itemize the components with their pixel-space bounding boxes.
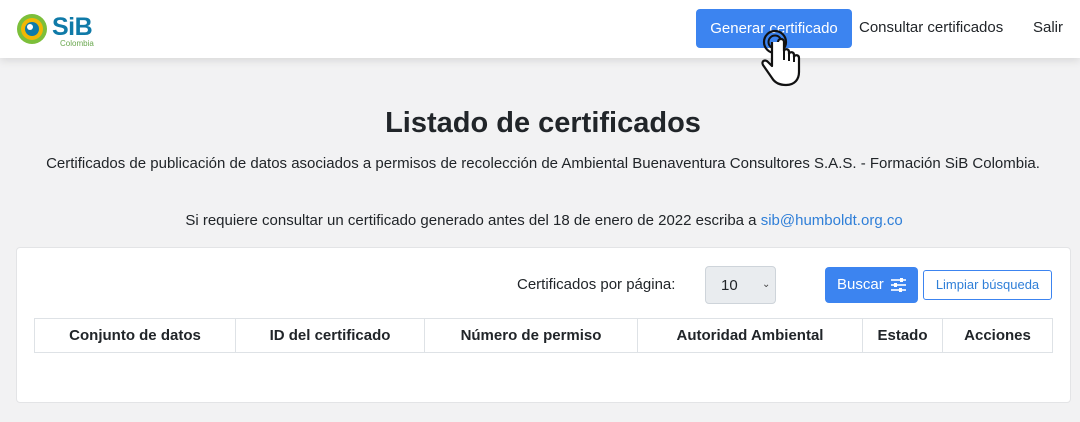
sliders-icon — [891, 278, 906, 292]
column-header-actions: Acciones — [964, 327, 1031, 344]
clear-search-button[interactable]: Limpiar búsqueda — [923, 270, 1052, 300]
notice-text: Si requiere consultar un certificado gen… — [185, 212, 761, 229]
per-page-value: 10 — [721, 277, 738, 294]
chevron-down-icon: ⌄ — [762, 279, 771, 290]
column-header-dataset[interactable]: Conjunto de datos — [35, 319, 236, 352]
top-navbar: SiB Colombia Generar certificado Consult… — [0, 0, 1080, 58]
search-button[interactable]: Buscar — [825, 267, 918, 303]
support-email-link[interactable]: sib@humboldt.org.co — [761, 212, 903, 229]
column-header-permit-number[interactable]: Número de permiso — [425, 319, 638, 352]
sib-logo-mark-icon — [17, 14, 47, 44]
legacy-notice: Si requiere consultar un certificado gen… — [0, 212, 1080, 229]
per-page-select[interactable]: 10 ⌄ — [705, 266, 776, 304]
page-subtitle: Certificados de publicación de datos aso… — [46, 155, 1040, 172]
per-page-label: Certificados por página: — [517, 276, 676, 293]
hand-pointer-icon — [761, 29, 801, 87]
sib-logo[interactable]: SiB Colombia — [14, 11, 94, 49]
column-header-environmental-authority[interactable]: Autoridad Ambiental — [638, 319, 863, 352]
column-header-status[interactable]: Estado — [863, 319, 943, 352]
logo-subtext: Colombia — [60, 39, 94, 48]
logo-text: SiB — [52, 13, 93, 41]
search-button-label: Buscar — [837, 276, 884, 293]
certificates-table: Conjunto de datos ID del certificado Núm… — [34, 318, 1053, 353]
column-header-certificate-id[interactable]: ID del certificado — [236, 319, 425, 352]
consult-certificates-link[interactable]: Consultar certificados — [859, 19, 1003, 36]
page-title: Listado de certificados — [385, 107, 701, 139]
logout-link[interactable]: Salir — [1033, 19, 1063, 36]
